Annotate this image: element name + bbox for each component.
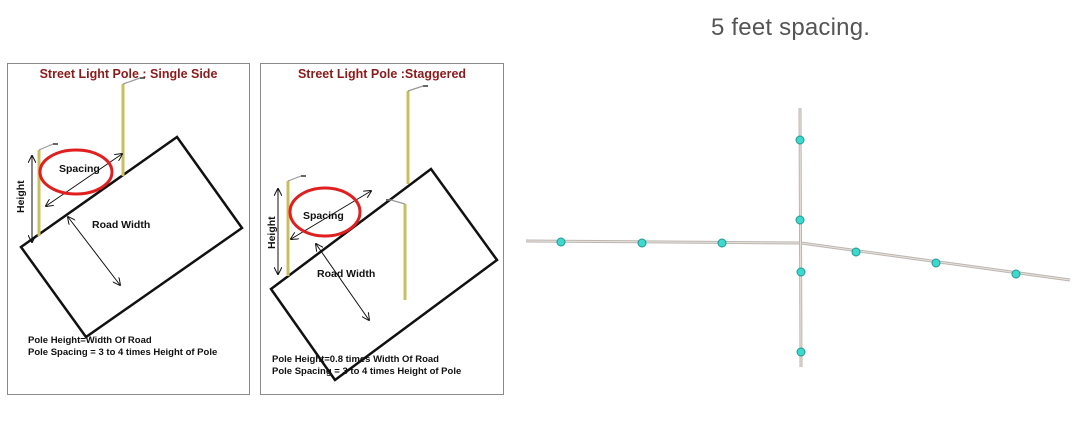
formula-text: Pole Height=0.8 times Width Of Road Pole…	[272, 354, 461, 378]
light-point	[637, 238, 647, 248]
light-point	[796, 267, 806, 277]
road-width-label: Road Width	[317, 268, 376, 280]
light-point	[931, 258, 941, 268]
light-point	[556, 237, 566, 247]
light-point	[795, 215, 805, 225]
road-width-arrow	[316, 244, 369, 320]
road-network-lines	[525, 107, 1071, 368]
staggered-drawing	[269, 85, 499, 382]
light-point	[796, 347, 806, 357]
single-side-diagram: Street Light Pole : Single Side Spacing …	[7, 63, 250, 395]
light-points	[556, 135, 1021, 357]
street-light-pole	[406, 85, 428, 184]
formula-line: Pole Spacing = 3 to 4 times Height of Po…	[28, 347, 218, 358]
formula-text: Pole Height=Width Of Road Pole Spacing =…	[28, 335, 217, 359]
height-label: Height	[15, 180, 27, 213]
light-point	[717, 238, 727, 248]
formula-line: Pole Height=0.8 times Width Of Road	[272, 354, 439, 365]
formula-line: Pole Height=Width Of Road	[28, 335, 152, 346]
road-outline	[269, 167, 499, 382]
road-width-label: Road Width	[92, 219, 151, 231]
spacing-label: Spacing	[59, 163, 100, 175]
light-point	[1011, 269, 1021, 279]
spacing-label: Spacing	[303, 210, 344, 222]
height-label: Height	[266, 216, 278, 249]
panel-title: Street Light Pole : Single Side	[39, 67, 218, 81]
light-point	[795, 135, 805, 145]
panel-title: Street Light Pole :Staggered	[297, 67, 467, 81]
road-network-map	[525, 107, 1071, 368]
light-point	[851, 247, 861, 257]
caption-text: 5 feet spacing.	[711, 14, 871, 41]
formula-line: Pole Spacing = 3 to 4 times Height of Po…	[272, 366, 462, 377]
staggered-diagram: Street Light Pole :Staggered Spacing Hei…	[260, 63, 504, 395]
road-outline	[19, 135, 244, 339]
street-light-pole	[386, 199, 407, 300]
